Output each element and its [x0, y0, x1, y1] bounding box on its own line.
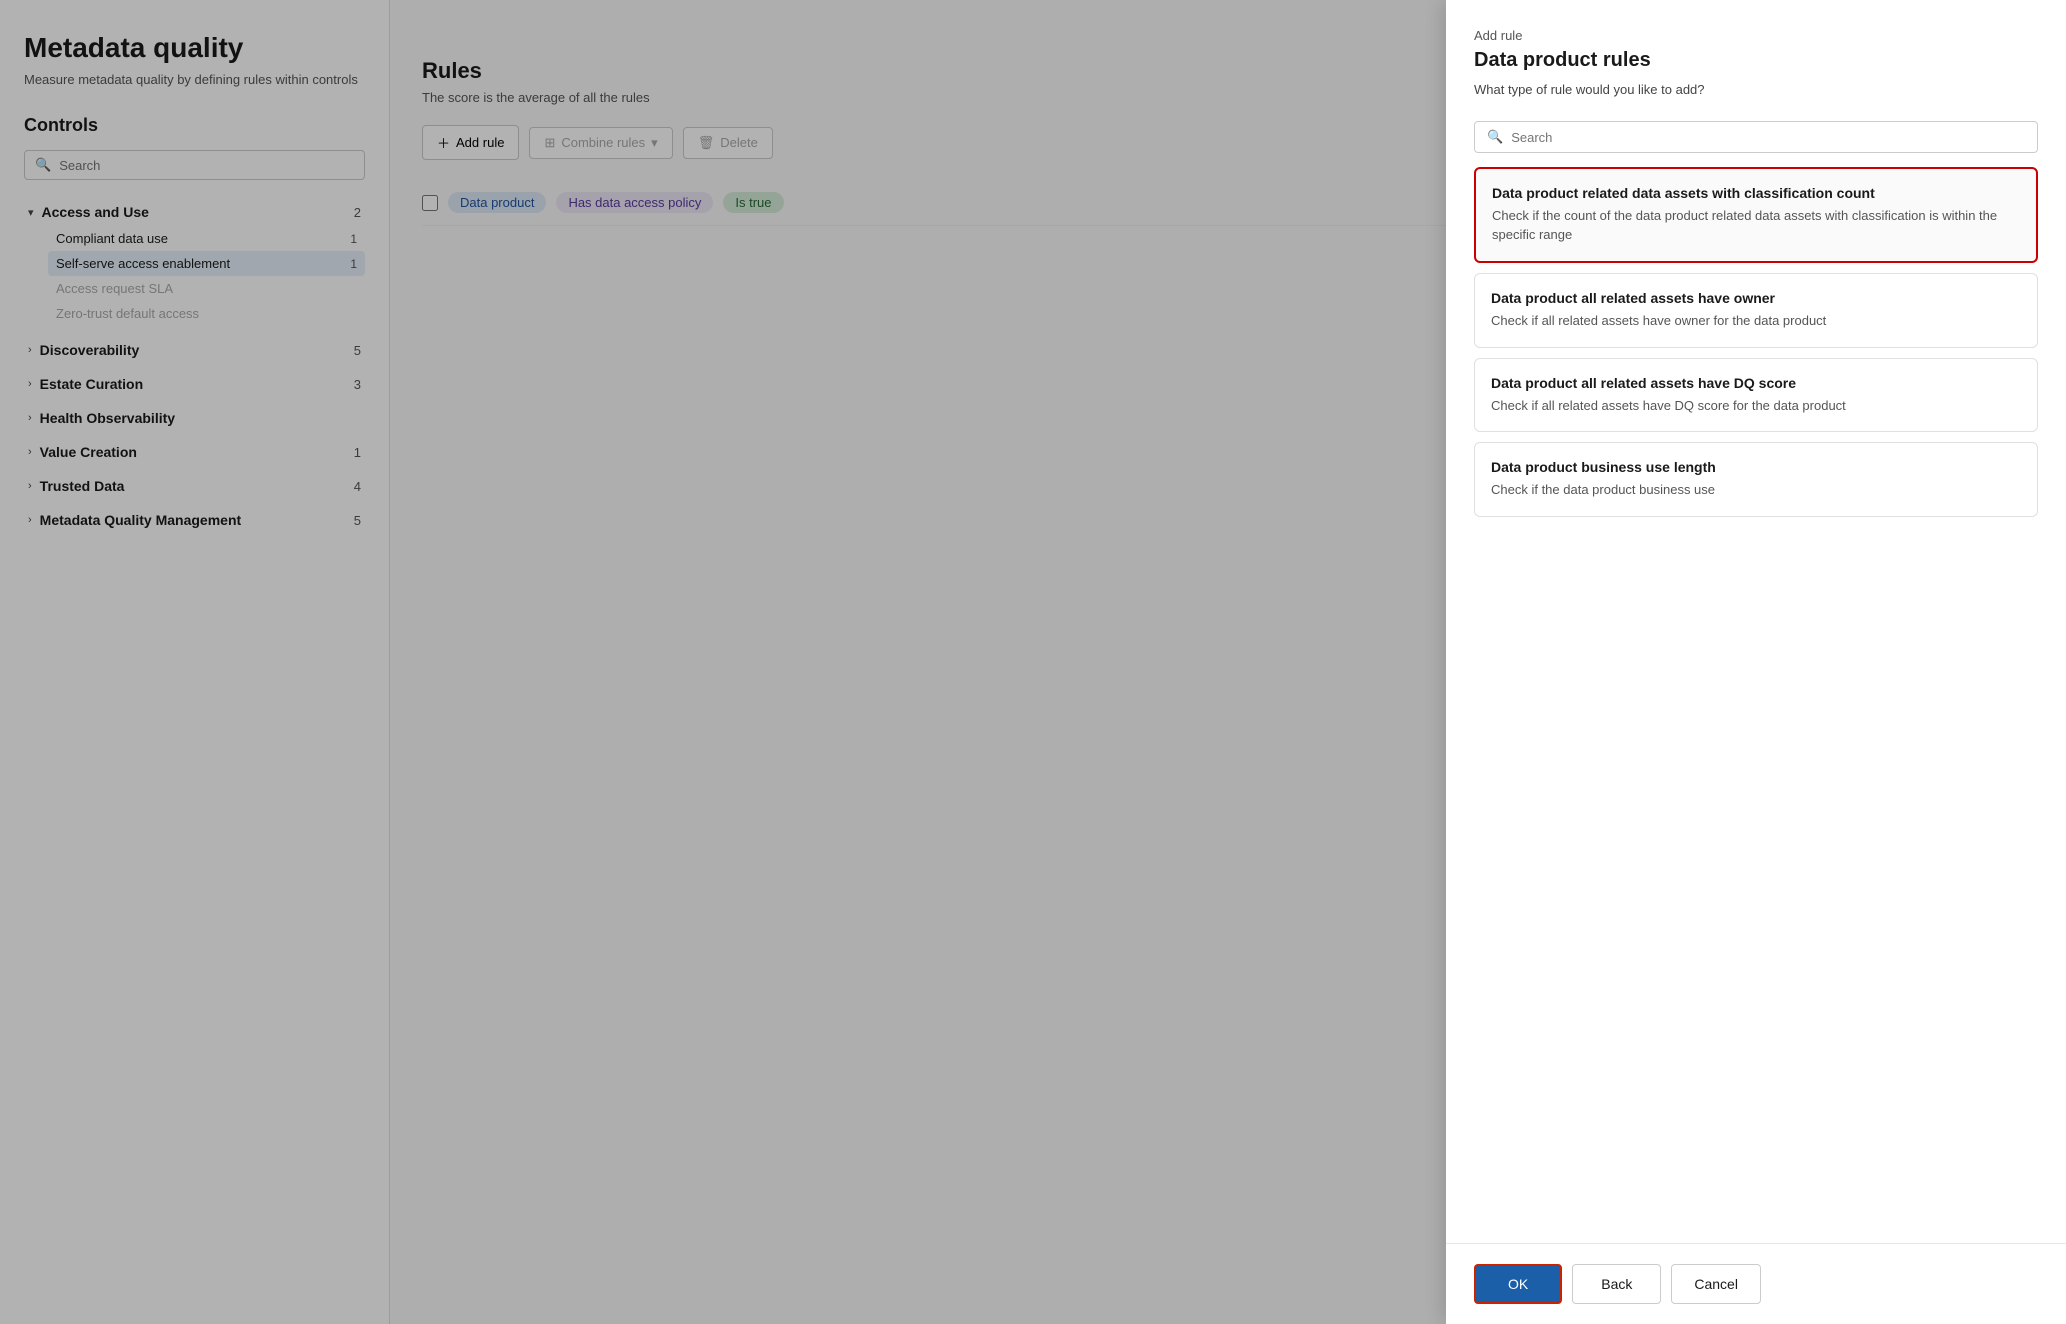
rule-option-related-assets-classification[interactable]: Data product related data assets with cl… — [1474, 167, 2038, 263]
rule-option-title-4: Data product business use length — [1491, 459, 2021, 475]
side-panel-search-icon: 🔍 — [1487, 129, 1503, 145]
back-button[interactable]: Back — [1572, 1264, 1661, 1304]
rule-option-title-2: Data product all related assets have own… — [1491, 290, 2021, 306]
side-panel-title: Data product rules — [1474, 49, 2038, 72]
rule-option-all-related-assets-owner[interactable]: Data product all related assets have own… — [1474, 273, 2038, 348]
cancel-button[interactable]: Cancel — [1671, 1264, 1761, 1304]
side-panel-header: Add rule Data product rules What type of… — [1446, 0, 2066, 121]
side-panel: Add rule Data product rules What type of… — [1446, 0, 2066, 1324]
rule-option-title-1: Data product related data assets with cl… — [1492, 185, 2020, 201]
side-panel-rule-list: Data product related data assets with cl… — [1446, 167, 2066, 1243]
rule-option-desc-3: Check if all related assets have DQ scor… — [1491, 397, 2021, 416]
rule-option-desc-4: Check if the data product business use — [1491, 481, 2021, 500]
rule-option-desc-2: Check if all related assets have owner f… — [1491, 312, 2021, 331]
side-panel-add-rule-label: Add rule — [1474, 28, 2038, 43]
side-panel-search-box[interactable]: 🔍 — [1474, 121, 2038, 153]
side-panel-search-input[interactable] — [1511, 130, 2025, 145]
rule-option-desc-1: Check if the count of the data product r… — [1492, 207, 2020, 245]
ok-button[interactable]: OK — [1474, 1264, 1562, 1304]
rule-option-business-use-length[interactable]: Data product business use length Check i… — [1474, 442, 2038, 517]
side-panel-footer: OK Back Cancel — [1446, 1243, 2066, 1324]
rule-option-title-3: Data product all related assets have DQ … — [1491, 375, 2021, 391]
rule-option-all-related-assets-dq[interactable]: Data product all related assets have DQ … — [1474, 358, 2038, 433]
side-panel-question: What type of rule would you like to add? — [1474, 82, 2038, 97]
